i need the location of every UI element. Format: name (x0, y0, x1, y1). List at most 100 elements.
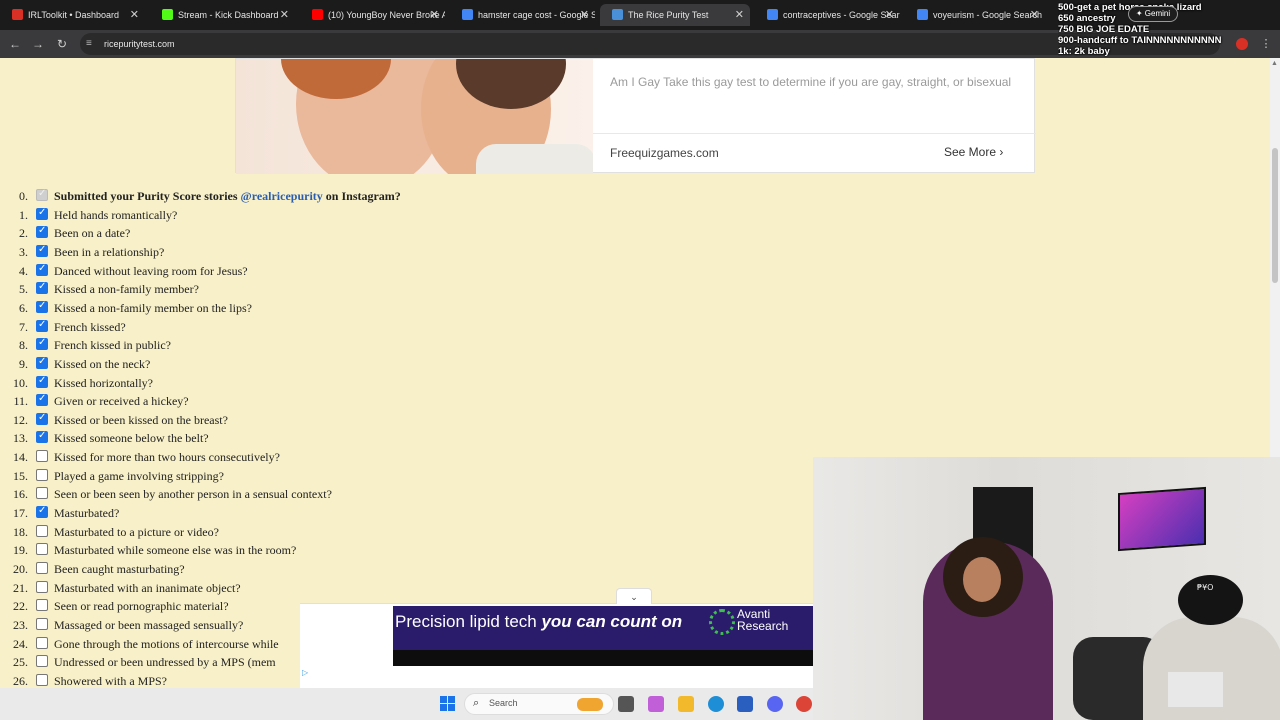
tab-close-icon[interactable]: ✕ (885, 4, 894, 26)
windows-start-icon[interactable] (440, 696, 456, 712)
browser-tab[interactable]: voyeurism - Google Search ✕ (905, 4, 1045, 26)
collapse-ad-icon[interactable]: ⌄ (616, 588, 652, 604)
question-checkbox[interactable] (36, 617, 48, 630)
forward-icon[interactable]: → (29, 35, 47, 53)
tab-close-icon[interactable]: ✕ (735, 4, 744, 26)
question-checkbox[interactable] (36, 487, 48, 500)
scroll-up-icon[interactable]: ▲ (1271, 60, 1278, 67)
question-text-main: Submitted your Purity Score stories (54, 189, 241, 203)
question-text: Kissed a non-family member? (54, 282, 199, 297)
cap-logo: ₱¥O (1197, 583, 1214, 592)
ad-source: Freequizgames.com (610, 146, 719, 160)
browser-tab[interactable]: The Rice Purity Test ✕ (600, 4, 750, 26)
question-checkbox[interactable] (36, 450, 48, 463)
brand-logo-icon (709, 609, 735, 635)
browser-tab[interactable]: Stream - Kick Dashboard ✕ (150, 4, 295, 26)
question-text: Undressed or been undressed by a MPS (me… (54, 655, 276, 670)
tab-favicon-icon (462, 9, 473, 20)
question-row: 16. Seen or been seen by another person i… (0, 485, 800, 503)
reload-icon[interactable]: ↻ (53, 35, 71, 53)
question-checkbox[interactable] (36, 655, 48, 668)
question-text-after: on Instagram? (322, 189, 401, 203)
question-row: 13. Kissed someone below the belt? (0, 429, 800, 447)
question-row: 0. Submitted your Purity Score stories @r… (0, 187, 800, 205)
question-checkbox[interactable] (36, 562, 48, 574)
ad-image (236, 59, 593, 174)
question-row: 8. French kissed in public? (0, 336, 800, 354)
instagram-link[interactable]: @realricepurity (241, 189, 323, 203)
tab-favicon-icon (312, 9, 323, 20)
tab-close-icon[interactable]: ✕ (130, 4, 139, 26)
edge-icon[interactable] (708, 696, 724, 712)
scroll-thumb[interactable] (1272, 148, 1278, 283)
question-number: 17. (13, 506, 28, 521)
store-icon[interactable] (737, 696, 753, 712)
file-icon[interactable] (618, 696, 634, 712)
question-number: 2. (19, 226, 28, 241)
question-checkbox[interactable] (36, 524, 48, 537)
question-checkbox[interactable] (36, 505, 48, 519)
browser-tab[interactable]: contraceptives - Google Sear ✕ (755, 4, 900, 26)
question-text-main: Massaged or been massaged sensually? (54, 617, 244, 632)
browser-tab[interactable]: (10) YoungBoy Never Broke A ✕ (300, 4, 445, 26)
question-row: 20. Been caught masturbating? (0, 560, 800, 578)
folder-icon[interactable] (678, 696, 694, 712)
question-checkbox[interactable] (36, 636, 48, 649)
question-checkbox[interactable] (36, 300, 48, 313)
bottom-banner-ad[interactable]: ⌄ Precision lipid tech you can count on … (300, 588, 815, 688)
question-checkbox[interactable] (36, 207, 48, 220)
browser-tab[interactable]: hamster cage cost - Google S ✕ (450, 4, 595, 26)
overlay-line: 900-handcuff to TAINNNNNNNNNNN (1058, 35, 1222, 46)
address-bar[interactable]: ≡ ricepuritytest.com (80, 33, 1220, 55)
question-checkbox[interactable] (36, 263, 48, 276)
taskbar-search[interactable]: ⌕ Search (464, 693, 614, 715)
see-more-link[interactable]: See More › (944, 145, 1003, 159)
gemini-button[interactable]: ✦ Gemini (1128, 6, 1178, 22)
question-checkbox[interactable] (36, 281, 48, 295)
question-checkbox[interactable] (36, 375, 48, 388)
question-checkbox[interactable] (36, 673, 48, 686)
question-text-main: Kissed for more than two hours consecuti… (54, 450, 280, 465)
question-checkbox[interactable] (36, 319, 48, 332)
tab-close-icon[interactable]: ✕ (430, 4, 439, 26)
question-text-main: Kissed or been kissed on the breast? (54, 412, 228, 427)
question-row: 12. Kissed or been kissed on the breast? (0, 411, 800, 429)
question-number: 22. (13, 599, 28, 614)
browser-tab[interactable]: IRLToolkit • Dashboard ✕ (0, 4, 145, 26)
chrome-icon[interactable] (796, 696, 812, 712)
overlay-line: 750 BIG JOE EDATE (1058, 24, 1150, 35)
question-text-main: Masturbated to a picture or video? (54, 524, 219, 539)
question-text: Kissed someone below the belt? (54, 431, 209, 446)
question-checkbox[interactable] (36, 468, 48, 481)
question-checkbox[interactable] (36, 430, 48, 444)
question-checkbox[interactable] (36, 225, 48, 239)
tab-title: voyeurism - Google Search (933, 10, 1043, 20)
back-icon[interactable]: ← (6, 35, 24, 53)
question-text-main: Kissed horizontally? (54, 375, 153, 390)
site-info-icon[interactable]: ≡ (86, 38, 98, 50)
question-checkbox[interactable] (36, 393, 48, 407)
tab-close-icon[interactable]: ✕ (1030, 4, 1039, 26)
discord-icon[interactable] (767, 696, 783, 712)
copilot-icon[interactable] (648, 696, 664, 712)
question-checkbox[interactable] (36, 580, 48, 593)
question-checkbox[interactable] (36, 412, 48, 425)
question-checkbox[interactable] (36, 599, 48, 612)
question-checkbox[interactable] (36, 356, 48, 369)
tab-close-icon[interactable]: ✕ (580, 4, 589, 26)
question-text-main: Masturbated while someone else was in th… (54, 543, 297, 558)
question-text-main: Seen or been seen by another person in a… (54, 487, 332, 502)
question-text-main: Held hands romantically? (54, 207, 178, 222)
banner-creative[interactable]: Precision lipid tech you can count on Av… (393, 606, 813, 666)
question-number: 16. (13, 487, 28, 502)
tab-title: contraceptives - Google Sear (783, 10, 900, 20)
ad-card[interactable]: Am I Gay Take this gay test to determine… (235, 58, 1036, 174)
question-text: Held hands romantically? (54, 208, 177, 223)
ad-choices-icon[interactable]: ▷ (302, 668, 308, 677)
question-checkbox[interactable] (36, 337, 48, 351)
tab-favicon-icon (162, 9, 173, 20)
question-checkbox[interactable] (36, 543, 48, 556)
question-text-main: French kissed in public? (54, 338, 171, 353)
tab-close-icon[interactable]: ✕ (280, 4, 289, 26)
question-checkbox[interactable] (36, 244, 48, 257)
